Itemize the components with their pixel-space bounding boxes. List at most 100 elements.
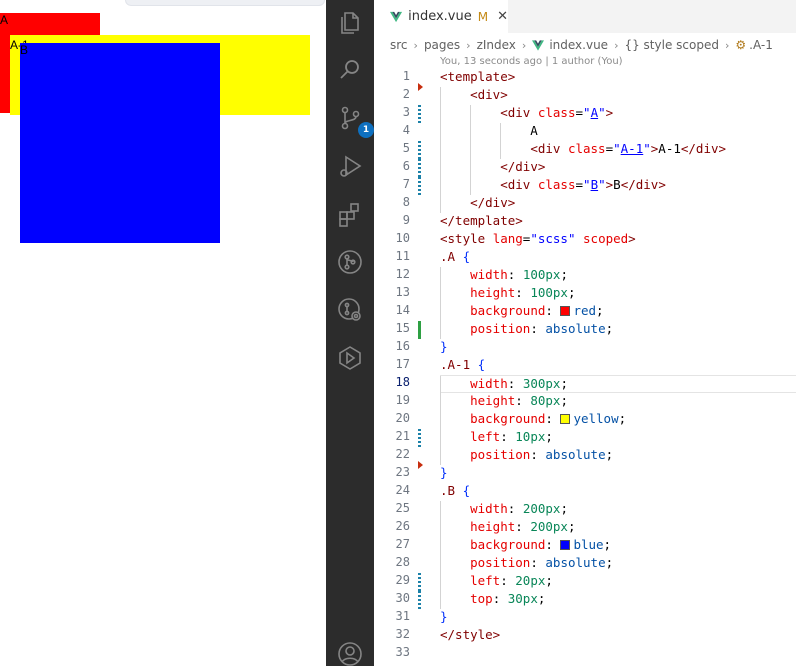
breadcrumb-item[interactable]: .A-1: [749, 38, 773, 52]
color-swatch-red[interactable]: [560, 306, 571, 316]
line-number: 27: [395, 537, 410, 551]
code-line[interactable]: [440, 645, 796, 663]
close-tab-icon[interactable]: ✕: [497, 9, 508, 24]
line-number: 22: [395, 447, 410, 461]
git-graph-icon[interactable]: [336, 248, 364, 276]
breadcrumb-item[interactable]: {} style scoped: [624, 38, 718, 52]
line-number: 17: [395, 357, 410, 371]
vue-file-icon: [390, 11, 403, 22]
code-line[interactable]: <style lang="scss" scoped>: [440, 231, 796, 249]
git-blame-annotation[interactable]: You, 13 seconds ago | 1 author (You): [440, 56, 623, 67]
breadcrumb-item[interactable]: zIndex: [477, 38, 516, 52]
code-line[interactable]: background: blue;: [440, 537, 796, 555]
code-line[interactable]: </div>: [440, 195, 796, 213]
code-line[interactable]: position: absolute;: [440, 321, 796, 339]
code-line[interactable]: .A-1 {: [440, 357, 796, 375]
remote-explorer-icon[interactable]: [336, 296, 364, 324]
extensions-icon[interactable]: [336, 200, 364, 228]
scm-added-marker[interactable]: [418, 321, 421, 339]
line-number: 29: [395, 573, 410, 587]
activity-bar: 1: [326, 0, 374, 666]
code-line[interactable]: height: 80px;: [440, 393, 796, 411]
code-line[interactable]: .B {: [440, 483, 796, 501]
code-line[interactable]: width: 200px;: [440, 501, 796, 519]
line-number: 6: [402, 159, 410, 173]
scm-modified-marker[interactable]: [418, 429, 421, 447]
line-number: 30: [395, 591, 410, 605]
scm-modified-marker[interactable]: [418, 573, 421, 591]
scm-modified-marker[interactable]: [418, 177, 421, 195]
code-line[interactable]: <div class="A-1">A-1</div>: [440, 141, 796, 159]
line-number: 5: [402, 141, 410, 155]
tab-label: index.vue: [408, 9, 472, 24]
code-line[interactable]: position: absolute;: [440, 555, 796, 573]
color-swatch-blue[interactable]: [560, 540, 571, 550]
color-swatch-yellow[interactable]: [560, 414, 571, 424]
line-number: 11: [395, 249, 410, 263]
code-line[interactable]: </style>: [440, 627, 796, 645]
scm-modified-marker[interactable]: [418, 105, 421, 123]
code-line[interactable]: position: absolute;: [440, 447, 796, 465]
code-line[interactable]: height: 100px;: [440, 285, 796, 303]
line-number: 7: [402, 177, 410, 191]
line-number: 28: [395, 555, 410, 569]
code-line[interactable]: top: 30px;: [440, 591, 796, 609]
code-line[interactable]: height: 200px;: [440, 519, 796, 537]
tab-index-vue[interactable]: index.vue M ✕: [374, 0, 508, 33]
explorer-icon[interactable]: [336, 8, 364, 36]
scm-modified-marker[interactable]: [418, 159, 421, 177]
account-icon[interactable]: [336, 640, 364, 666]
code-line[interactable]: }: [440, 465, 796, 483]
code-line[interactable]: }: [440, 609, 796, 627]
scm-deleted-marker[interactable]: [418, 83, 423, 91]
line-number: 21: [395, 429, 410, 443]
code-line[interactable]: <div class="A">: [440, 105, 796, 123]
scm-modified-marker[interactable]: [418, 141, 421, 159]
line-number: 12: [395, 267, 410, 281]
line-number: 16: [395, 339, 410, 353]
code-line[interactable]: width: 100px;: [440, 267, 796, 285]
line-number: 26: [395, 519, 410, 533]
code-line[interactable]: </template>: [440, 213, 796, 231]
line-number: 24: [395, 483, 410, 497]
run-debug-icon[interactable]: [336, 152, 364, 180]
scm-deleted-marker[interactable]: [418, 461, 423, 469]
live-share-icon[interactable]: [336, 344, 364, 372]
browser-address-bar[interactable]: [125, 0, 325, 6]
code-line[interactable]: background: yellow;: [440, 411, 796, 429]
code-line[interactable]: </div>: [440, 159, 796, 177]
chevron-right-icon: ›: [466, 38, 471, 52]
code-line[interactable]: left: 10px;: [440, 429, 796, 447]
line-number: 2: [402, 87, 410, 101]
line-number: 9: [402, 213, 410, 227]
chevron-right-icon: ›: [724, 38, 730, 52]
search-icon[interactable]: [336, 56, 364, 84]
scm-modified-marker[interactable]: [418, 591, 421, 609]
code-line[interactable]: <div>: [440, 87, 796, 105]
code-content[interactable]: <template> <div> <div class="A"> A <div …: [440, 69, 796, 663]
line-number: 15: [395, 321, 410, 335]
line-number: 32: [395, 627, 410, 641]
line-number-active: 18: [395, 375, 410, 389]
css-selector-icon: ⚙: [735, 38, 747, 52]
breadcrumb-item[interactable]: index.vue: [549, 38, 608, 52]
source-control-badge: 1: [358, 122, 374, 138]
code-line[interactable]: <div class="B">B</div>: [440, 177, 796, 195]
breadcrumb-item[interactable]: pages: [424, 38, 460, 52]
code-line[interactable]: A: [440, 123, 796, 141]
code-line[interactable]: left: 20px;: [440, 573, 796, 591]
line-number: 8: [402, 195, 410, 209]
code-line-active[interactable]: width: 300px;: [440, 375, 796, 394]
line-number: 3: [402, 105, 410, 119]
code-line[interactable]: background: red;: [440, 303, 796, 321]
browser-preview: A A-1 B: [0, 0, 326, 666]
breadcrumb: src › pages › zIndex › index.vue › {} st…: [390, 36, 773, 54]
line-number: 25: [395, 501, 410, 515]
source-control-icon[interactable]: 1: [336, 104, 374, 138]
line-number: 20: [395, 411, 410, 425]
code-line[interactable]: <template>: [440, 69, 796, 87]
breadcrumb-item[interactable]: src: [390, 38, 408, 52]
chevron-right-icon: ›: [521, 38, 527, 52]
code-line[interactable]: .A {: [440, 249, 796, 267]
code-line[interactable]: }: [440, 339, 796, 357]
